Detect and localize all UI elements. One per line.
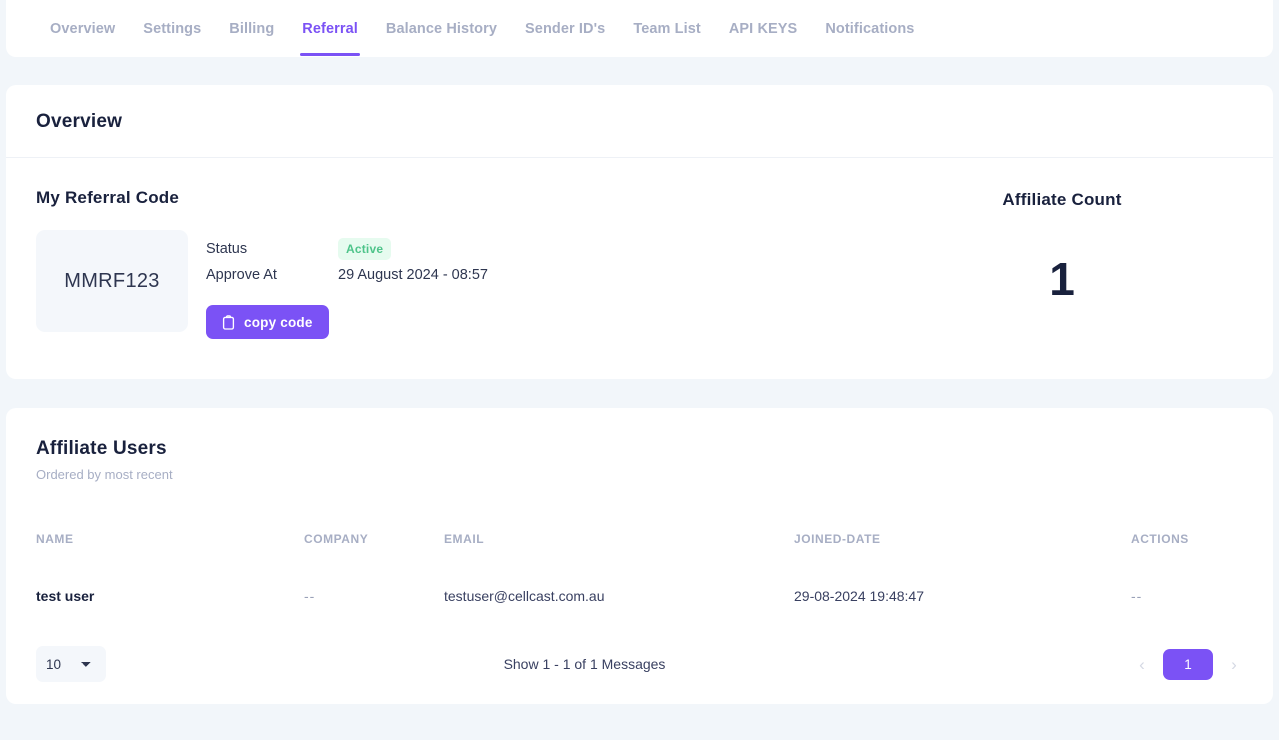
- affiliate-count-value: 1: [1049, 253, 1075, 305]
- page-title: Overview: [36, 111, 123, 132]
- approve-at-value: 29 August 2024 - 08:57: [338, 267, 488, 283]
- column-header-name: NAME: [36, 532, 74, 546]
- chevron-right-icon[interactable]: ›: [1225, 656, 1243, 673]
- page-root: Overview Settings Billing Referral Balan…: [0, 0, 1279, 740]
- approve-at-row: Approve At 29 August 2024 - 08:57: [206, 262, 488, 288]
- cell-name: test user: [36, 588, 95, 604]
- column-header-email: EMAIL: [444, 532, 485, 546]
- status-row: Status Active: [206, 236, 488, 262]
- pagination-controls: ‹ 1 ›: [1133, 648, 1243, 680]
- affiliate-count-title: Affiliate Count: [1002, 190, 1122, 209]
- referral-code-row: MMRF123 Status Active Approve At 29 Augu…: [36, 230, 881, 339]
- affiliate-users-subtitle: Ordered by most recent: [36, 467, 173, 482]
- cell-email: testuser@cellcast.com.au: [444, 588, 605, 604]
- column-header-actions: ACTIONS: [1131, 532, 1189, 546]
- cell-actions: --: [1131, 588, 1143, 604]
- tab-balance-history[interactable]: Balance History: [372, 2, 511, 55]
- status-badge: Active: [338, 238, 392, 260]
- referral-code-box: MMRF123: [36, 230, 188, 332]
- cell-joined-date: 29-08-2024 19:48:47: [794, 588, 924, 604]
- overview-card-body: My Referral Code MMRF123 Status Active A…: [6, 158, 1273, 379]
- affiliate-users-table-wrap: NAME COMPANY EMAIL JOINED-DATE ACTIONS t…: [6, 482, 1273, 630]
- tab-team-list[interactable]: Team List: [619, 2, 715, 55]
- tab-billing[interactable]: Billing: [215, 2, 288, 55]
- table-footer: 102550100 Show 1 - 1 of 1 Messages ‹ 1 ›: [6, 630, 1273, 682]
- tab-notifications[interactable]: Notifications: [811, 2, 928, 55]
- referral-code-value: MMRF123: [64, 269, 160, 292]
- pagination-summary: Show 1 - 1 of 1 Messages: [503, 656, 666, 672]
- tab-sender-ids[interactable]: Sender ID's: [511, 2, 619, 55]
- referral-meta: Status Active Approve At 29 August 2024 …: [206, 230, 488, 339]
- table-header-row: NAME COMPANY EMAIL JOINED-DATE ACTIONS: [36, 482, 1243, 558]
- status-label: Status: [206, 241, 248, 257]
- affiliate-users-title: Affiliate Users: [36, 438, 167, 459]
- table-row: test user -- testuser@cellcast.com.au 29…: [36, 558, 1243, 630]
- affiliate-count-section: Affiliate Count 1: [881, 188, 1243, 339]
- table-body: test user -- testuser@cellcast.com.au 29…: [36, 558, 1243, 630]
- page-button-1[interactable]: 1: [1163, 648, 1213, 680]
- table-head: NAME COMPANY EMAIL JOINED-DATE ACTIONS: [36, 482, 1243, 558]
- affiliate-users-table: NAME COMPANY EMAIL JOINED-DATE ACTIONS t…: [36, 482, 1243, 630]
- tab-settings[interactable]: Settings: [129, 2, 215, 55]
- tab-overview[interactable]: Overview: [36, 2, 129, 55]
- account-tabs-navbar: Overview Settings Billing Referral Balan…: [6, 0, 1273, 57]
- column-header-company: COMPANY: [304, 532, 369, 546]
- overview-card-header: Overview: [6, 85, 1273, 158]
- column-header-joined-date: JOINED-DATE: [794, 532, 881, 546]
- copy-code-button-label: copy code: [244, 314, 313, 330]
- affiliate-users-header: Affiliate Users Ordered by most recent: [6, 408, 1273, 482]
- tab-api-keys[interactable]: API KEYS: [715, 2, 812, 55]
- tab-referral[interactable]: Referral: [288, 2, 372, 56]
- clipboard-icon: [222, 314, 235, 330]
- copy-code-button[interactable]: copy code: [206, 305, 329, 339]
- overview-card: Overview My Referral Code MMRF123 Status…: [6, 85, 1273, 379]
- cell-company: --: [304, 588, 316, 604]
- approve-at-label: Approve At: [206, 267, 277, 283]
- referral-section-title: My Referral Code: [36, 188, 180, 207]
- affiliate-users-card: Affiliate Users Ordered by most recent N…: [6, 408, 1273, 704]
- chevron-left-icon[interactable]: ‹: [1133, 656, 1151, 673]
- referral-code-section: My Referral Code MMRF123 Status Active A…: [36, 188, 881, 339]
